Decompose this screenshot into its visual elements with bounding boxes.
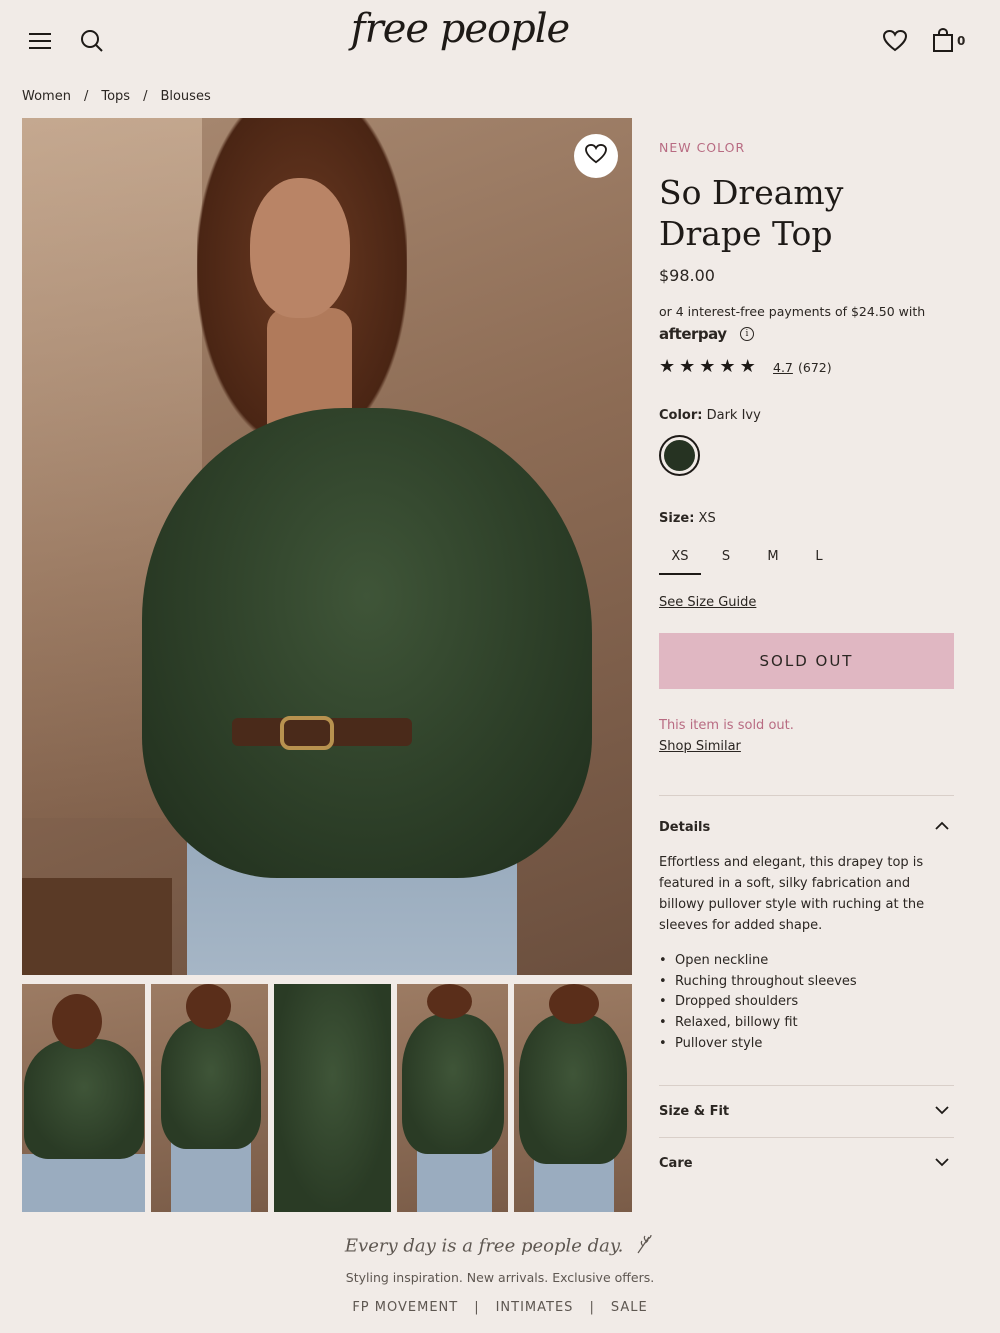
footer-link-sale[interactable]: SALE [611, 1300, 648, 1315]
size-label: Size: XS [659, 511, 716, 526]
star-icon: ★ [659, 356, 676, 377]
color-swatch-selected[interactable] [659, 435, 700, 476]
leaf-icon [635, 1233, 655, 1260]
site-header: free people 0 [0, 0, 1000, 82]
sold-out-button[interactable]: SOLD OUT [659, 633, 954, 689]
image-green-top [142, 408, 592, 878]
afterpay-logo: afterpay [659, 325, 727, 343]
menu-icon[interactable] [26, 28, 54, 54]
breadcrumb: Women / Tops / Blouses [22, 89, 211, 104]
footer-links: FP MOVEMENT | INTIMATES | SALE [0, 1300, 1000, 1315]
new-color-badge: NEW COLOR [659, 140, 746, 155]
list-item: Ruching throughout sleeves [659, 972, 949, 993]
accordion-details-title: Details [659, 820, 711, 835]
divider [659, 1085, 954, 1086]
accordion-care-header[interactable]: Care [659, 1150, 954, 1180]
shopping-bag-icon[interactable] [930, 26, 956, 54]
sold-out-message: This item is sold out. [659, 718, 794, 733]
accordion-size-fit-title: Size & Fit [659, 1104, 730, 1119]
breadcrumb-blouses[interactable]: Blouses [160, 89, 210, 104]
chevron-down-icon [934, 1102, 950, 1122]
afterpay-text: or 4 interest-free payments of $24.50 wi… [659, 304, 926, 319]
image-table [22, 878, 172, 975]
chevron-down-icon [934, 1154, 950, 1174]
divider [659, 795, 954, 796]
heart-icon [585, 143, 607, 168]
footer-separator: | [589, 1300, 595, 1315]
size-option-s[interactable]: S [705, 549, 747, 575]
size-option-l[interactable]: L [798, 549, 840, 575]
cart-count: 0 [957, 34, 966, 48]
site-logo[interactable]: free people [340, 6, 580, 70]
breadcrumb-separator: / [143, 89, 148, 104]
shop-similar-link[interactable]: Shop Similar [659, 739, 741, 754]
color-swatch-dark-ivy [664, 440, 695, 471]
size-option-m[interactable]: M [752, 549, 794, 575]
breadcrumb-tops[interactable]: Tops [101, 89, 130, 104]
breadcrumb-women[interactable]: Women [22, 89, 71, 104]
product-price: $98.00 [659, 266, 715, 285]
list-item: Pullover style [659, 1034, 949, 1055]
footer-separator: | [474, 1300, 480, 1315]
product-main-image[interactable] [22, 118, 632, 975]
info-icon[interactable]: i [740, 327, 754, 341]
star-icon: ★ [679, 356, 696, 377]
size-option-xs[interactable]: XS [659, 549, 701, 575]
color-label: Color: Dark Ivy [659, 408, 761, 423]
rating-value[interactable]: 4.7 [773, 360, 793, 375]
image-model-face [250, 178, 350, 318]
size-guide-link[interactable]: See Size Guide [659, 595, 756, 610]
details-bullet-list: Open neckline Ruching throughout sleeves… [659, 951, 949, 1055]
star-icon: ★ [719, 356, 736, 377]
review-count: (672) [798, 360, 832, 375]
list-item: Dropped shoulders [659, 992, 949, 1013]
footer-tagline: Every day is a free people day. [0, 1233, 1000, 1260]
star-icon: ★ [699, 356, 716, 377]
wishlist-icon[interactable] [881, 28, 909, 54]
breadcrumb-separator: / [83, 89, 89, 104]
add-to-wishlist-button[interactable] [574, 134, 618, 178]
details-description: Effortless and elegant, this drapey top … [659, 855, 925, 933]
thumbnail-3[interactable] [274, 984, 391, 1212]
footer-link-intimates[interactable]: INTIMATES [496, 1300, 574, 1315]
color-value: Dark Ivy [706, 408, 761, 423]
size-value: XS [698, 511, 716, 526]
list-item: Relaxed, billowy fit [659, 1013, 949, 1034]
footer-subline: Styling inspiration. New arrivals. Exclu… [345, 1270, 655, 1285]
chevron-up-icon [934, 818, 950, 838]
search-icon[interactable] [78, 27, 106, 55]
accordion-care-title: Care [659, 1156, 693, 1171]
accordion-size-fit-header[interactable]: Size & Fit [659, 1098, 954, 1128]
list-item: Open neckline [659, 951, 949, 972]
thumbnail-2[interactable] [151, 984, 268, 1212]
image-belt-buckle [280, 716, 334, 750]
thumbnail-5[interactable] [514, 984, 632, 1212]
product-title: So Dreamy Drape Top [659, 173, 844, 253]
footer-link-fp-movement[interactable]: FP MOVEMENT [352, 1300, 458, 1315]
divider [659, 1137, 954, 1138]
rating-stars[interactable]: ★ ★ ★ ★ ★ [659, 356, 756, 378]
star-icon: ★ [739, 356, 756, 377]
thumbnail-1[interactable] [22, 984, 145, 1212]
thumbnail-4[interactable] [397, 984, 508, 1212]
accordion-details-header[interactable]: Details [659, 814, 954, 844]
